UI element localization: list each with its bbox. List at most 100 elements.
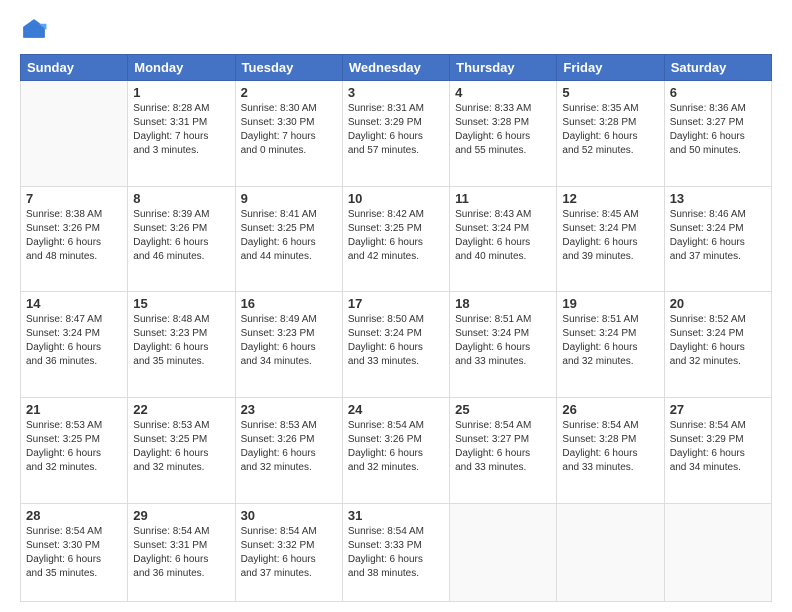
calendar-cell: 24 Sunrise: 8:54 AM Sunset: 3:26 PM Dayli… — [342, 397, 449, 503]
day-number: 28 — [26, 508, 122, 523]
day-number: 31 — [348, 508, 444, 523]
calendar-cell: 9 Sunrise: 8:41 AM Sunset: 3:25 PM Daylig… — [235, 186, 342, 292]
calendar-week-row: 28 Sunrise: 8:54 AM Sunset: 3:30 PM Dayli… — [21, 503, 772, 602]
day-info: Sunrise: 8:43 AM Sunset: 3:24 PM Dayligh… — [455, 208, 551, 264]
day-info: Sunrise: 8:53 AM Sunset: 3:26 PM Dayligh… — [241, 419, 337, 475]
day-number: 2 — [241, 85, 337, 100]
calendar-cell: 1 Sunrise: 8:28 AM Sunset: 3:31 PM Daylig… — [128, 81, 235, 187]
day-number: 19 — [562, 296, 658, 311]
day-number: 13 — [670, 191, 766, 206]
day-info: Sunrise: 8:41 AM Sunset: 3:25 PM Dayligh… — [241, 208, 337, 264]
day-info: Sunrise: 8:39 AM Sunset: 3:26 PM Dayligh… — [133, 208, 229, 264]
day-info: Sunrise: 8:28 AM Sunset: 3:31 PM Dayligh… — [133, 102, 229, 158]
day-number: 26 — [562, 402, 658, 417]
calendar-cell: 4 Sunrise: 8:33 AM Sunset: 3:28 PM Daylig… — [450, 81, 557, 187]
day-number: 6 — [670, 85, 766, 100]
day-number: 18 — [455, 296, 551, 311]
calendar-cell: 27Sunrise: 8:54 AM Sunset: 3:29 PM Dayli… — [664, 397, 771, 503]
calendar-week-row: 21 Sunrise: 8:53 AM Sunset: 3:25 PM Dayli… — [21, 397, 772, 503]
calendar-header-row: SundayMondayTuesdayWednesdayThursdayFrid… — [21, 55, 772, 81]
calendar-cell: 22 Sunrise: 8:53 AM Sunset: 3:25 PM Dayli… — [128, 397, 235, 503]
day-info: Sunrise: 8:45 AM Sunset: 3:24 PM Dayligh… — [562, 208, 658, 264]
day-info: Sunrise: 8:54 AM Sunset: 3:31 PM Dayligh… — [133, 525, 229, 581]
calendar-cell — [450, 503, 557, 602]
day-number: 5 — [562, 85, 658, 100]
calendar-cell: 12Sunrise: 8:45 AM Sunset: 3:24 PM Dayli… — [557, 186, 664, 292]
day-info: Sunrise: 8:52 AM Sunset: 3:24 PM Dayligh… — [670, 313, 766, 369]
day-info: Sunrise: 8:47 AM Sunset: 3:24 PM Dayligh… — [26, 313, 122, 369]
day-number: 24 — [348, 402, 444, 417]
calendar-cell: 26 Sunrise: 8:54 AM Sunset: 3:28 PM Dayli… — [557, 397, 664, 503]
calendar-cell: 25 Sunrise: 8:54 AM Sunset: 3:27 PM Dayli… — [450, 397, 557, 503]
calendar-cell — [21, 81, 128, 187]
day-info: Sunrise: 8:54 AM Sunset: 3:29 PM Dayligh… — [670, 419, 766, 475]
day-info: Sunrise: 8:48 AM Sunset: 3:23 PM Dayligh… — [133, 313, 229, 369]
day-number: 17 — [348, 296, 444, 311]
day-number: 30 — [241, 508, 337, 523]
calendar-cell: 7Sunrise: 8:38 AM Sunset: 3:26 PM Daylig… — [21, 186, 128, 292]
calendar-cell: 15 Sunrise: 8:48 AM Sunset: 3:23 PM Dayli… — [128, 292, 235, 398]
day-number: 29 — [133, 508, 229, 523]
day-number: 4 — [455, 85, 551, 100]
day-number: 25 — [455, 402, 551, 417]
calendar-cell: 3 Sunrise: 8:31 AM Sunset: 3:29 PM Daylig… — [342, 81, 449, 187]
calendar-cell: 31 Sunrise: 8:54 AM Sunset: 3:33 PM Dayli… — [342, 503, 449, 602]
day-of-week-header: Tuesday — [235, 55, 342, 81]
calendar-cell: 14 Sunrise: 8:47 AM Sunset: 3:24 PM Dayli… — [21, 292, 128, 398]
day-info: Sunrise: 8:54 AM Sunset: 3:27 PM Dayligh… — [455, 419, 551, 475]
calendar-cell: 18 Sunrise: 8:51 AM Sunset: 3:24 PM Dayli… — [450, 292, 557, 398]
day-info: Sunrise: 8:30 AM Sunset: 3:30 PM Dayligh… — [241, 102, 337, 158]
day-number: 8 — [133, 191, 229, 206]
day-number: 21 — [26, 402, 122, 417]
day-number: 20 — [670, 296, 766, 311]
day-info: Sunrise: 8:54 AM Sunset: 3:33 PM Dayligh… — [348, 525, 444, 581]
day-info: Sunrise: 8:31 AM Sunset: 3:29 PM Dayligh… — [348, 102, 444, 158]
calendar-cell: 28 Sunrise: 8:54 AM Sunset: 3:30 PM Dayli… — [21, 503, 128, 602]
calendar-cell: 5Sunrise: 8:35 AM Sunset: 3:28 PM Daylig… — [557, 81, 664, 187]
calendar-cell: 13 Sunrise: 8:46 AM Sunset: 3:24 PM Dayli… — [664, 186, 771, 292]
day-info: Sunrise: 8:33 AM Sunset: 3:28 PM Dayligh… — [455, 102, 551, 158]
day-number: 16 — [241, 296, 337, 311]
day-number: 9 — [241, 191, 337, 206]
calendar-week-row: 14 Sunrise: 8:47 AM Sunset: 3:24 PM Dayli… — [21, 292, 772, 398]
calendar-cell: 6Sunrise: 8:36 AM Sunset: 3:27 PM Daylig… — [664, 81, 771, 187]
page: SundayMondayTuesdayWednesdayThursdayFrid… — [0, 0, 792, 612]
day-number: 23 — [241, 402, 337, 417]
calendar-cell — [664, 503, 771, 602]
day-of-week-header: Thursday — [450, 55, 557, 81]
calendar-cell: 19Sunrise: 8:51 AM Sunset: 3:24 PM Dayli… — [557, 292, 664, 398]
day-info: Sunrise: 8:51 AM Sunset: 3:24 PM Dayligh… — [455, 313, 551, 369]
calendar-cell: 2 Sunrise: 8:30 AM Sunset: 3:30 PM Daylig… — [235, 81, 342, 187]
calendar-cell: 23 Sunrise: 8:53 AM Sunset: 3:26 PM Dayli… — [235, 397, 342, 503]
day-number: 22 — [133, 402, 229, 417]
day-number: 10 — [348, 191, 444, 206]
day-of-week-header: Friday — [557, 55, 664, 81]
calendar-cell: 20 Sunrise: 8:52 AM Sunset: 3:24 PM Dayli… — [664, 292, 771, 398]
day-number: 3 — [348, 85, 444, 100]
day-info: Sunrise: 8:54 AM Sunset: 3:28 PM Dayligh… — [562, 419, 658, 475]
header — [20, 16, 772, 44]
day-of-week-header: Sunday — [21, 55, 128, 81]
calendar-cell: 17Sunrise: 8:50 AM Sunset: 3:24 PM Dayli… — [342, 292, 449, 398]
day-info: Sunrise: 8:53 AM Sunset: 3:25 PM Dayligh… — [26, 419, 122, 475]
day-info: Sunrise: 8:46 AM Sunset: 3:24 PM Dayligh… — [670, 208, 766, 264]
calendar-cell: 29 Sunrise: 8:54 AM Sunset: 3:31 PM Dayli… — [128, 503, 235, 602]
calendar-cell — [557, 503, 664, 602]
calendar-week-row: 7Sunrise: 8:38 AM Sunset: 3:26 PM Daylig… — [21, 186, 772, 292]
day-number: 14 — [26, 296, 122, 311]
calendar-cell: 21 Sunrise: 8:53 AM Sunset: 3:25 PM Dayli… — [21, 397, 128, 503]
day-of-week-header: Monday — [128, 55, 235, 81]
day-of-week-header: Wednesday — [342, 55, 449, 81]
calendar-cell: 16 Sunrise: 8:49 AM Sunset: 3:23 PM Dayli… — [235, 292, 342, 398]
day-number: 1 — [133, 85, 229, 100]
calendar-week-row: 1 Sunrise: 8:28 AM Sunset: 3:31 PM Daylig… — [21, 81, 772, 187]
calendar-cell: 8 Sunrise: 8:39 AM Sunset: 3:26 PM Daylig… — [128, 186, 235, 292]
day-number: 15 — [133, 296, 229, 311]
day-of-week-header: Saturday — [664, 55, 771, 81]
day-info: Sunrise: 8:53 AM Sunset: 3:25 PM Dayligh… — [133, 419, 229, 475]
day-info: Sunrise: 8:54 AM Sunset: 3:26 PM Dayligh… — [348, 419, 444, 475]
day-info: Sunrise: 8:42 AM Sunset: 3:25 PM Dayligh… — [348, 208, 444, 264]
day-info: Sunrise: 8:54 AM Sunset: 3:30 PM Dayligh… — [26, 525, 122, 581]
day-info: Sunrise: 8:49 AM Sunset: 3:23 PM Dayligh… — [241, 313, 337, 369]
day-info: Sunrise: 8:54 AM Sunset: 3:32 PM Dayligh… — [241, 525, 337, 581]
